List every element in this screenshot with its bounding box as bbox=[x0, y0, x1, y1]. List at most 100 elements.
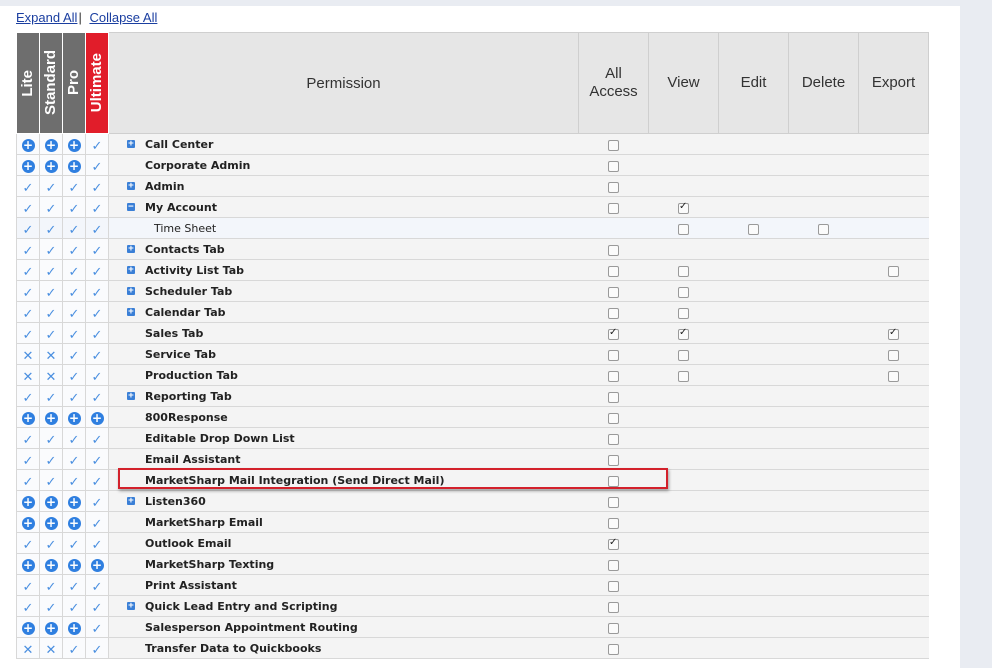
all-access-checkbox[interactable] bbox=[608, 601, 619, 613]
permission-label: Salesperson Appointment Routing bbox=[145, 620, 358, 634]
all-access-checkbox[interactable] bbox=[608, 286, 619, 298]
all-access-checkbox[interactable] bbox=[608, 517, 619, 529]
table-row: ✓ ✓ ✓ ✓ Editable Drop Down List bbox=[16, 427, 929, 449]
export-checkbox[interactable] bbox=[888, 370, 899, 382]
all-access-checkbox[interactable] bbox=[608, 643, 619, 655]
all-access-checkbox[interactable] bbox=[608, 327, 619, 340]
delete-cell bbox=[788, 364, 859, 386]
expand-icon[interactable]: + bbox=[127, 602, 135, 611]
check-icon: ✓ bbox=[22, 432, 34, 448]
export-cell bbox=[858, 217, 929, 239]
plus-circle-icon[interactable]: + bbox=[44, 159, 58, 173]
check-icon: ✓ bbox=[91, 642, 103, 658]
all-access-checkbox[interactable] bbox=[608, 580, 619, 592]
expand-icon[interactable]: + bbox=[127, 266, 135, 275]
view-checkbox[interactable] bbox=[678, 349, 689, 361]
all-access-checkbox[interactable] bbox=[608, 475, 619, 487]
delete-checkbox[interactable] bbox=[818, 223, 829, 235]
all-access-checkbox[interactable] bbox=[608, 412, 619, 424]
tier-cell: ✓ bbox=[85, 175, 109, 197]
all-access-checkbox[interactable] bbox=[608, 265, 619, 277]
tier-cell: ✓ bbox=[62, 301, 86, 323]
all-access-checkbox[interactable] bbox=[608, 202, 619, 214]
expand-icon[interactable]: + bbox=[127, 182, 135, 191]
all-access-checkbox[interactable] bbox=[608, 349, 619, 361]
view-checkbox[interactable] bbox=[678, 286, 689, 298]
tier-header-lite: Lite bbox=[16, 32, 40, 134]
view-cell bbox=[648, 637, 719, 659]
plus-circle-icon[interactable]: + bbox=[67, 138, 81, 152]
tier-cell: ✓ bbox=[16, 595, 40, 617]
view-checkbox[interactable] bbox=[678, 327, 689, 340]
delete-cell bbox=[788, 238, 859, 260]
all-access-checkbox[interactable] bbox=[608, 559, 619, 571]
view-checkbox[interactable] bbox=[678, 370, 689, 382]
all-access-checkbox[interactable] bbox=[608, 496, 619, 508]
expand-icon[interactable]: + bbox=[127, 140, 135, 149]
expand-icon[interactable]: + bbox=[127, 497, 135, 506]
check-icon: ✓ bbox=[45, 537, 57, 553]
export-checkbox[interactable] bbox=[888, 265, 899, 277]
all-access-checkbox[interactable] bbox=[608, 139, 619, 151]
plus-circle-icon[interactable]: + bbox=[44, 516, 58, 530]
check-icon: ✓ bbox=[68, 432, 80, 448]
view-checkbox[interactable] bbox=[678, 201, 689, 214]
plus-circle-icon[interactable]: + bbox=[21, 159, 35, 173]
plus-circle-icon[interactable]: + bbox=[21, 495, 35, 509]
delete-cell bbox=[788, 469, 859, 491]
edit-cell bbox=[718, 574, 789, 596]
edit-checkbox[interactable] bbox=[748, 223, 759, 235]
plus-circle-icon[interactable]: + bbox=[21, 411, 35, 425]
view-checkbox[interactable] bbox=[678, 265, 689, 277]
tier-cell: ✓ bbox=[85, 469, 109, 491]
export-checkbox[interactable] bbox=[888, 349, 899, 361]
all-access-checkbox[interactable] bbox=[608, 622, 619, 634]
view-column-header: View bbox=[648, 32, 719, 134]
plus-circle-icon[interactable]: + bbox=[67, 495, 81, 509]
plus-circle-icon[interactable]: + bbox=[44, 495, 58, 509]
all-access-checkbox[interactable] bbox=[608, 307, 619, 319]
tier-cell: + bbox=[39, 511, 63, 533]
view-cell bbox=[648, 217, 719, 239]
view-checkbox[interactable] bbox=[678, 307, 689, 319]
export-checkbox[interactable] bbox=[888, 327, 899, 340]
plus-circle-icon[interactable]: + bbox=[67, 516, 81, 530]
all-access-checkbox[interactable] bbox=[608, 454, 619, 466]
all-access-checkbox[interactable] bbox=[608, 244, 619, 256]
plus-circle-icon[interactable]: + bbox=[67, 159, 81, 173]
collapse-icon[interactable]: − bbox=[127, 203, 135, 212]
all-access-checkbox[interactable] bbox=[608, 433, 619, 445]
all-access-checkbox[interactable] bbox=[608, 537, 619, 550]
all-cell bbox=[578, 217, 649, 239]
permission-cell: − My Account bbox=[108, 196, 579, 218]
expand-icon[interactable]: + bbox=[127, 245, 135, 254]
view-checkbox[interactable] bbox=[678, 223, 689, 235]
plus-circle-icon[interactable]: + bbox=[90, 558, 104, 572]
expand-icon[interactable]: + bbox=[127, 287, 135, 296]
plus-circle-icon[interactable]: + bbox=[44, 621, 58, 635]
all-access-checkbox[interactable] bbox=[608, 391, 619, 403]
plus-circle-icon[interactable]: + bbox=[67, 621, 81, 635]
plus-circle-icon[interactable]: + bbox=[44, 138, 58, 152]
plus-circle-icon[interactable]: + bbox=[67, 411, 81, 425]
plus-circle-icon[interactable]: + bbox=[90, 411, 104, 425]
all-access-checkbox[interactable] bbox=[608, 370, 619, 382]
all-cell bbox=[578, 322, 649, 344]
plus-circle-icon[interactable]: + bbox=[44, 558, 58, 572]
plus-circle-icon[interactable]: + bbox=[21, 516, 35, 530]
collapse-all-link[interactable]: Collapse All bbox=[89, 10, 157, 25]
edit-cell bbox=[718, 448, 789, 470]
expand-icon[interactable]: + bbox=[127, 308, 135, 317]
all-access-checkbox[interactable] bbox=[608, 160, 619, 172]
check-icon: ✓ bbox=[68, 264, 80, 280]
plus-circle-icon[interactable]: + bbox=[21, 621, 35, 635]
plus-circle-icon[interactable]: + bbox=[21, 558, 35, 572]
expand-icon[interactable]: + bbox=[127, 392, 135, 401]
x-icon: ✕ bbox=[22, 642, 34, 658]
plus-circle-icon[interactable]: + bbox=[21, 138, 35, 152]
expand-all-link[interactable]: Expand All bbox=[16, 10, 77, 25]
tier-cell: ✕ bbox=[39, 364, 63, 386]
plus-circle-icon[interactable]: + bbox=[44, 411, 58, 425]
all-access-checkbox[interactable] bbox=[608, 181, 619, 193]
plus-circle-icon[interactable]: + bbox=[67, 558, 81, 572]
